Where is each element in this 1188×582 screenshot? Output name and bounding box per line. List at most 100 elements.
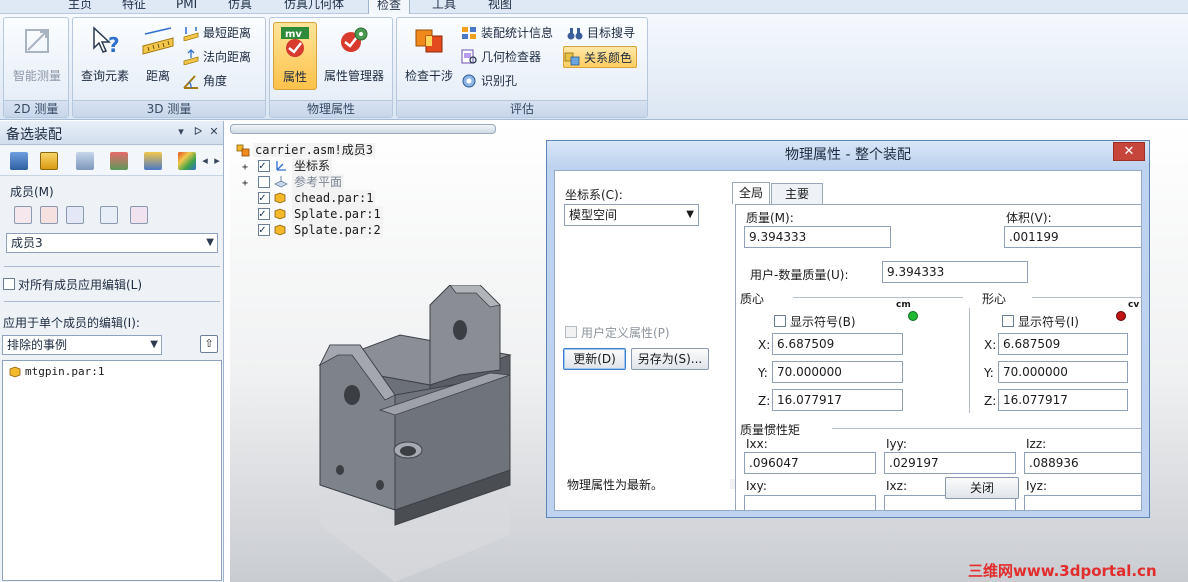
ixx-field[interactable]: .096047: [744, 452, 876, 474]
angle-button[interactable]: 角度: [183, 70, 227, 92]
assembly-stats-button[interactable]: 装配统计信息: [461, 22, 553, 44]
move-up-icon[interactable]: ⇧: [200, 335, 218, 353]
geometry-inspector-icon: [461, 49, 477, 64]
dialog-close-button[interactable]: ✕: [1113, 142, 1145, 161]
tab-principal[interactable]: 主要: [771, 183, 823, 205]
update-button[interactable]: 更新(D): [563, 348, 626, 370]
configurations-tab-icon[interactable]: [110, 152, 128, 170]
delete-member-icon[interactable]: [40, 206, 58, 224]
mass-field[interactable]: 9.394333: [744, 226, 891, 248]
iyy-field[interactable]: .029197: [884, 452, 1016, 474]
tree-item-coordinate-systems[interactable]: + 坐标系: [242, 158, 333, 174]
tab-tools[interactable]: 工具: [424, 0, 464, 14]
occurrence-list[interactable]: mtgpin.par:1: [2, 360, 222, 581]
ixz-label: Ixz:: [886, 479, 907, 493]
iyz-field[interactable]: [1024, 495, 1141, 510]
centroid-groupline: [793, 297, 963, 298]
layers-tab-icon[interactable]: [76, 152, 94, 170]
member-table-icon[interactable]: [100, 206, 118, 224]
shape-center-x-field[interactable]: 6.687509: [998, 333, 1128, 355]
tab-features[interactable]: 特征: [114, 0, 154, 14]
save-as-button[interactable]: 另存为(S)...: [631, 348, 709, 370]
visibility-checkbox[interactable]: [258, 158, 270, 174]
user-mass-label: 用户-数量质量(U):: [750, 268, 849, 282]
list-item[interactable]: mtgpin.par:1: [9, 364, 104, 380]
centroid-show-symbol-checkbox[interactable]: [774, 315, 786, 327]
member-properties-icon[interactable]: [130, 206, 148, 224]
copy-member-icon[interactable]: [66, 206, 84, 224]
user-mass-field[interactable]: 9.394333: [882, 261, 1028, 283]
normal-distance-button[interactable]: 法向距离: [183, 46, 251, 68]
ixy-field[interactable]: [744, 495, 876, 510]
viewport-splitter[interactable]: [230, 124, 496, 134]
tab-sim-geometry[interactable]: 仿真几何体: [276, 0, 352, 14]
tab-home[interactable]: 主页: [60, 0, 100, 14]
target-search-button[interactable]: 目标搜寻: [567, 22, 635, 44]
coord-system-select[interactable]: 模型空间 ▼: [564, 204, 699, 226]
visibility-checkbox[interactable]: [258, 190, 270, 206]
tab-view[interactable]: 视图: [480, 0, 520, 14]
member-select[interactable]: 成员3 ▼: [6, 233, 218, 253]
user-defined-checkbox[interactable]: [565, 326, 577, 338]
assembly-tab-icon[interactable]: [10, 152, 28, 170]
centroid-x-field[interactable]: 6.687509: [772, 333, 903, 355]
apply-all-checkbox[interactable]: [3, 278, 15, 290]
shape-center-z-field[interactable]: 16.077917: [998, 389, 1128, 411]
centroid-symbol-dot: [908, 311, 918, 321]
tab-pmi[interactable]: PMI: [168, 0, 205, 14]
tree-item-reference-planes[interactable]: + 参考平面: [242, 174, 345, 190]
scroll-right-icon[interactable]: ▸: [211, 155, 223, 167]
edit-type-select-value: 排除的事例: [7, 338, 68, 352]
identify-holes-button[interactable]: 识别孔: [461, 70, 517, 92]
properties-button[interactable]: mv 属性: [273, 22, 317, 90]
pane-title: 备选装配: [6, 127, 62, 143]
smart-measure-button[interactable]: 智能测量: [7, 22, 67, 90]
property-manager-button[interactable]: 属性管理器: [318, 22, 390, 90]
centroid-z-label: Z:: [758, 394, 771, 408]
volume-field[interactable]: .001199: [1004, 226, 1141, 248]
scroll-left-icon[interactable]: ◂: [199, 155, 211, 167]
carrier-assembly-model[interactable]: [300, 285, 530, 582]
tab-simulation[interactable]: 仿真: [220, 0, 260, 14]
list-item-label: mtgpin.par:1: [25, 365, 105, 378]
zones-tab-icon[interactable]: [144, 152, 162, 170]
tree-root[interactable]: carrier.asm!成员3: [236, 142, 375, 158]
min-distance-button[interactable]: 最短距离: [183, 22, 251, 44]
tree-item-label: 坐标系: [292, 158, 333, 174]
shape-center-show-symbol-checkbox[interactable]: [1002, 315, 1014, 327]
dialog-body: 坐标系(C): 模型空间 ▼ 用户定义属性(P) 更新(D) 另存为(S)...…: [554, 170, 1142, 511]
member-select-value: 成员3: [11, 236, 43, 250]
query-element-button[interactable]: ? 查询元素: [75, 22, 135, 90]
coord-system-value: 模型空间: [569, 208, 618, 222]
interference-check-button[interactable]: 检查干涉: [400, 22, 458, 90]
alternate-assembly-tab-icon[interactable]: [40, 152, 58, 170]
close-button[interactable]: 关闭: [945, 477, 1019, 499]
svg-text:?: ?: [108, 33, 120, 57]
expand-icon[interactable]: +: [242, 178, 248, 189]
appearance-tab-icon[interactable]: [178, 152, 196, 170]
tree-item-label: 参考平面: [292, 174, 345, 190]
part-icon: [274, 224, 286, 236]
centroid-label: 质心: [740, 292, 765, 306]
tab-global[interactable]: 全局: [732, 182, 770, 205]
close-icon[interactable]: ✕: [208, 126, 220, 138]
visibility-checkbox[interactable]: [258, 176, 270, 188]
distance-button[interactable]: 距离: [135, 22, 181, 90]
edit-type-select[interactable]: 排除的事例 ▼: [2, 335, 162, 355]
tab-inspect[interactable]: 检查: [368, 0, 411, 14]
ixy-label: Ixy:: [746, 479, 767, 493]
chevron-down-icon: ▼: [150, 339, 158, 350]
visibility-checkbox[interactable]: [258, 206, 270, 222]
pin-icon[interactable]: ᐅ: [192, 126, 204, 138]
centroid-z-field[interactable]: 16.077917: [772, 389, 903, 411]
centroid-y-field[interactable]: 70.000000: [772, 361, 903, 383]
expand-icon[interactable]: +: [242, 162, 248, 173]
pane-menu-icon[interactable]: ▾: [175, 126, 187, 138]
shape-center-y-field[interactable]: 70.000000: [998, 361, 1128, 383]
geometry-inspector-button[interactable]: 几何检查器: [461, 46, 541, 68]
add-member-icon[interactable]: [14, 206, 32, 224]
group-evaluate: 检查干涉 装配统计信息 目标搜寻 几何检查器 关系颜色 识别孔 评估: [396, 17, 648, 118]
relation-color-button[interactable]: 关系颜色: [563, 46, 638, 68]
izz-field[interactable]: .088936: [1024, 452, 1141, 474]
visibility-checkbox[interactable]: [258, 222, 270, 238]
